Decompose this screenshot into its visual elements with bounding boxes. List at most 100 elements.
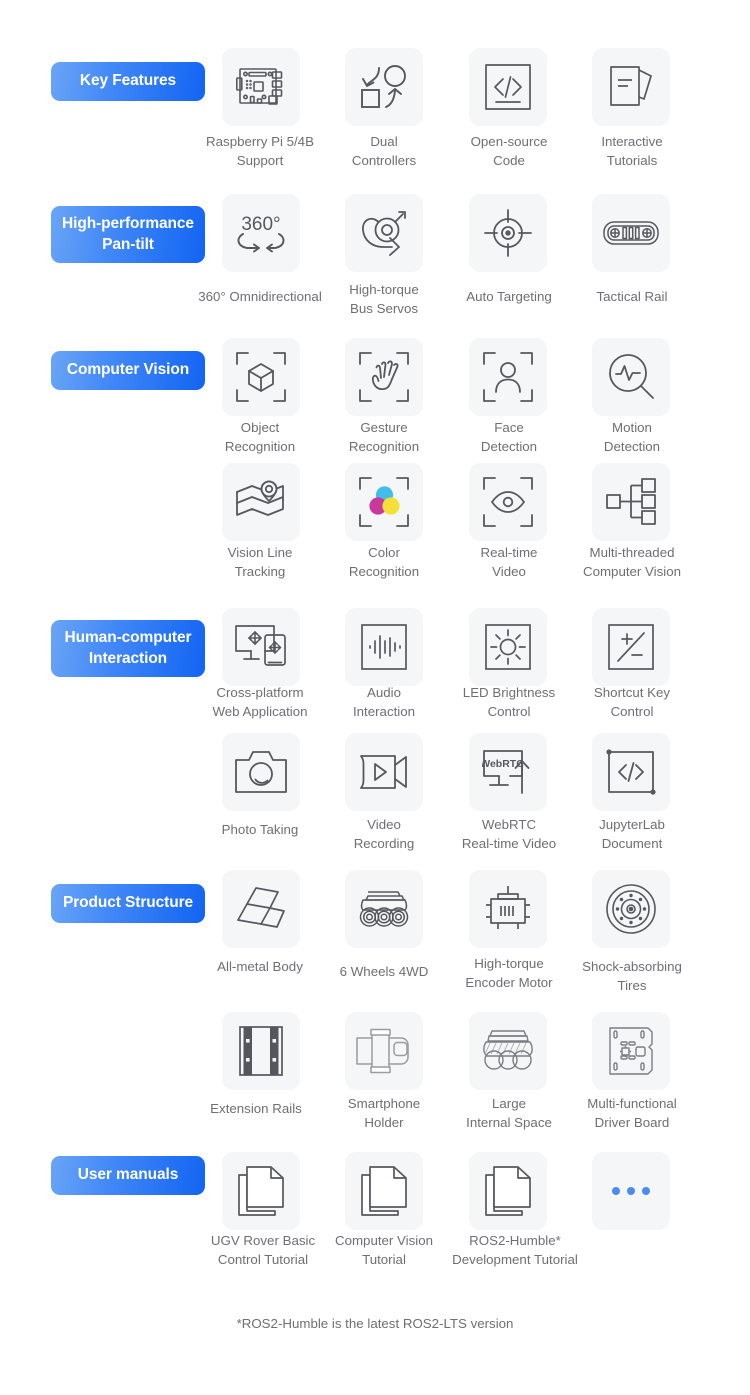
high-torque-encoder-motor-icon: [486, 886, 530, 929]
feature-tile-gesture-recognition[interactable]: [345, 338, 423, 416]
feature-caption-interactive-tutorials: Interactive Tutorials: [557, 133, 707, 171]
caption-line1: Shortcut Key: [593, 685, 671, 700]
badge-label-line1: Human-computer: [64, 629, 192, 647]
feature-tile-dual-controllers[interactable]: [345, 48, 423, 126]
manual-caption-ros2-humble: ROS2-Humble* Development Tutorial: [431, 1232, 599, 1270]
dot-2: [627, 1187, 635, 1195]
caption-line1: Multi-functional: [587, 1096, 677, 1111]
feature-tile-6-wheels-4wd[interactable]: [345, 870, 423, 948]
section-badge-key-features[interactable]: Key Features: [51, 62, 205, 101]
feature-tile-smartphone-holder[interactable]: [345, 1012, 423, 1090]
manual-tile-computer-vision[interactable]: [345, 1152, 423, 1230]
feature-caption-shock-absorbing-tires: Shock-absorbing Tires: [557, 958, 707, 996]
video-recording-icon: [360, 755, 407, 789]
feature-tile-open-source-code[interactable]: [469, 48, 547, 126]
tactical-rail-icon: [603, 221, 659, 245]
footnote-text: *ROS2-Humble is the latest ROS2-LTS vers…: [236, 1316, 514, 1331]
document-stack-icon: [238, 1166, 284, 1216]
caption-line1: ROS2-Humble*: [469, 1233, 561, 1248]
document-stack-icon: [361, 1166, 407, 1216]
badge-label: Product Structure: [62, 894, 194, 912]
badge-label-line1: High-performance: [62, 215, 194, 233]
caption-line2: Driver Board: [594, 1114, 670, 1130]
feature-tile-face-detection[interactable]: [469, 338, 547, 416]
section-badge-computer-vision[interactable]: Computer Vision: [51, 351, 205, 390]
six-wheels-4wd-icon: [359, 891, 409, 927]
feature-tile-shock-absorbing-tires[interactable]: [592, 870, 670, 948]
feature-tile-driver-board[interactable]: [592, 1012, 670, 1090]
feature-tile-multi-threaded-cv[interactable]: [592, 463, 670, 541]
photo-taking-icon: [235, 751, 287, 793]
feature-tile-object-recognition[interactable]: [222, 338, 300, 416]
section-badge-product-structure[interactable]: Product Structure: [51, 884, 205, 923]
feature-caption-shortcut-key: Shortcut Key Control: [557, 684, 707, 722]
feature-tile-photo-taking[interactable]: [222, 733, 300, 811]
caption-line1: Shock-absorbing: [582, 959, 682, 974]
extension-rails-icon: [239, 1026, 283, 1076]
feature-tile-vision-line-tracking[interactable]: [222, 463, 300, 541]
badge-label: Key Features: [79, 72, 177, 90]
caption-line2: Control: [610, 703, 654, 719]
caption-line1: Motion: [612, 420, 652, 435]
all-metal-body-icon: [237, 887, 285, 928]
feature-tile-tactical-rail[interactable]: [592, 194, 670, 272]
badge-label: High-performance Pan-tilt: [62, 214, 194, 255]
webrtc-real-time-video-icon: WebRTC: [482, 750, 530, 794]
vision-line-tracking-icon: [236, 480, 284, 516]
feature-tile-interactive-tutorials[interactable]: [592, 48, 670, 126]
360-omnidirectional-icon: 360°: [237, 214, 285, 253]
caption-line1: Tactical Rail: [596, 289, 668, 304]
feature-tile-all-metal-body[interactable]: [222, 870, 300, 948]
feature-tile-bus-servo[interactable]: [345, 194, 423, 272]
badge-label: User manuals: [77, 1166, 179, 1184]
feature-tile-color-recognition[interactable]: [345, 463, 423, 541]
manual-tile-more[interactable]: [592, 1152, 670, 1230]
dual-controllers-icon: [361, 65, 406, 108]
document-stack-icon: [485, 1166, 531, 1216]
manual-tile-ugv-rover-basic[interactable]: [222, 1152, 300, 1230]
caption-line2: Development Tutorial: [452, 1251, 578, 1267]
feature-tile-shortcut-key[interactable]: [592, 608, 670, 686]
dot-3: [642, 1187, 650, 1195]
feature-tile-raspberry-pi[interactable]: [222, 48, 300, 126]
feature-caption-jupyterlab-document: JupyterLab Document: [557, 816, 707, 854]
real-time-video-icon: [483, 477, 533, 527]
large-internal-space-icon: [483, 1030, 533, 1070]
feature-tile-large-internal-space[interactable]: [469, 1012, 547, 1090]
dot-1: [612, 1187, 620, 1195]
feature-overview-page: Key Features High-performance Pan-tilt C…: [0, 0, 750, 1395]
gesture-recognition-icon: [359, 352, 409, 402]
feature-tile-extension-rails[interactable]: [222, 1012, 300, 1090]
section-badge-pan-tilt[interactable]: High-performance Pan-tilt: [51, 206, 205, 263]
feature-tile-real-time-video[interactable]: [469, 463, 547, 541]
audio-interaction-icon: [361, 624, 407, 670]
section-badge-user-manuals[interactable]: User manuals: [51, 1156, 205, 1195]
cross-platform-web-app-icon: [235, 625, 286, 666]
feature-caption-motion-detection: Motion Detection: [557, 419, 707, 457]
more-dots-icon: [612, 1187, 650, 1195]
badge-label: Human-computer Interaction: [65, 628, 192, 669]
icon-text-360: 360°: [241, 214, 280, 235]
feature-tile-auto-targeting[interactable]: [469, 194, 547, 272]
auto-targeting-icon: [484, 209, 532, 257]
section-badge-human-computer-interaction[interactable]: Human-computer Interaction: [51, 620, 205, 677]
manual-tile-ros2-humble[interactable]: [469, 1152, 547, 1230]
feature-tile-audio-interaction[interactable]: [345, 608, 423, 686]
feature-tile-motion-detection[interactable]: [592, 338, 670, 416]
feature-tile-360-omnidirectional[interactable]: 360°: [222, 194, 300, 272]
feature-tile-webrtc-video[interactable]: WebRTC: [469, 733, 547, 811]
badge-label: Computer Vision: [66, 361, 190, 379]
icon-text-webrtc: WebRTC: [482, 758, 524, 770]
caption-line1: Interactive: [601, 134, 663, 149]
multi-threaded-computer-vision-icon: [606, 478, 656, 525]
feature-tile-led-brightness[interactable]: [469, 608, 547, 686]
feature-tile-jupyterlab-document[interactable]: [592, 733, 670, 811]
caption-line1: Multi-threaded: [589, 545, 675, 560]
open-source-code-icon: [485, 64, 531, 110]
feature-tile-cross-platform-web-app[interactable]: [222, 608, 300, 686]
feature-tile-encoder-motor[interactable]: [469, 870, 547, 948]
led-brightness-control-icon: [485, 624, 531, 670]
feature-tile-video-recording[interactable]: [345, 733, 423, 811]
badge-label-line2: Interaction: [88, 649, 168, 667]
caption-line2: Computer Vision: [582, 563, 682, 579]
